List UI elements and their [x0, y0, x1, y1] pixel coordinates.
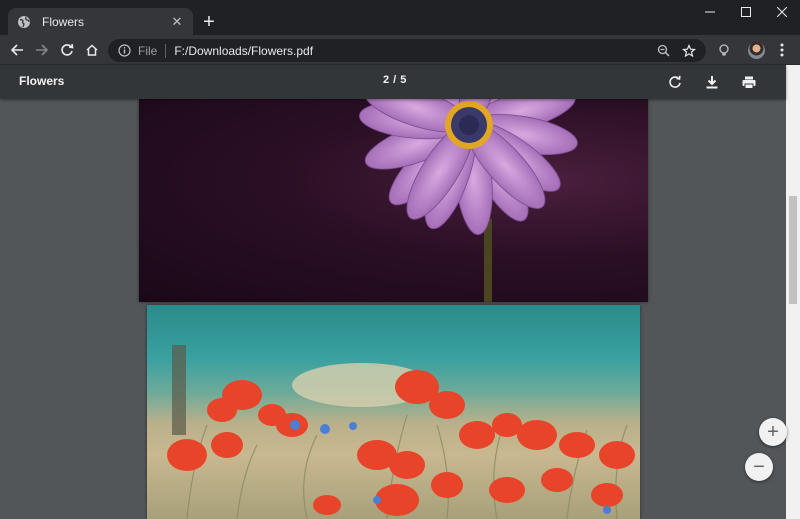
extension-bulb-icon[interactable] — [713, 39, 735, 61]
pdf-page-1 — [139, 99, 648, 302]
pdf-viewer: Flowers 2 / 5 + − — [0, 65, 800, 519]
address-bar[interactable]: File F:/Downloads/Flowers.pdf — [108, 39, 706, 62]
pdf-toolbar: Flowers 2 / 5 — [0, 65, 786, 99]
reload-icon[interactable] — [56, 39, 78, 61]
scrollbar-thumb[interactable] — [789, 196, 797, 304]
maximize-icon[interactable] — [728, 0, 764, 24]
title-bar: Flowers ✕ + — [0, 0, 800, 35]
forward-arrow-icon[interactable] — [31, 39, 53, 61]
zoom-out-button[interactable]: − — [745, 453, 773, 481]
download-icon[interactable] — [701, 71, 723, 93]
menu-dots-icon[interactable] — [771, 39, 793, 61]
profile-avatar[interactable] — [748, 42, 765, 59]
bookmark-star-icon[interactable] — [680, 42, 698, 60]
document-title: Flowers — [19, 74, 65, 88]
new-tab-button[interactable]: + — [198, 11, 220, 33]
browser-tab[interactable]: Flowers ✕ — [8, 8, 193, 35]
omnibox-divider — [165, 43, 167, 58]
pdf-page-2 — [147, 305, 640, 519]
page-counter[interactable]: 2 / 5 — [383, 74, 407, 86]
browser-toolbar: File F:/Downloads/Flowers.pdf — [0, 35, 800, 65]
daisy-image — [358, 99, 578, 302]
minimize-icon[interactable] — [692, 0, 728, 24]
scheme-label: File — [138, 43, 158, 58]
zoom-in-button[interactable]: + — [759, 418, 787, 446]
tab-title: Flowers — [42, 14, 85, 29]
close-tab-icon[interactable]: ✕ — [169, 14, 185, 30]
home-icon[interactable] — [81, 39, 103, 61]
vertical-scrollbar[interactable] — [786, 65, 800, 519]
close-window-icon[interactable] — [764, 0, 800, 24]
globe-icon — [16, 14, 32, 30]
url-text[interactable]: F:/Downloads/Flowers.pdf — [174, 44, 646, 58]
zoom-magnifier-icon[interactable] — [654, 42, 672, 60]
rotate-icon[interactable] — [664, 71, 686, 93]
poppies-image — [167, 345, 635, 519]
back-arrow-icon[interactable] — [6, 39, 28, 61]
print-icon[interactable] — [738, 71, 760, 93]
info-icon[interactable] — [116, 43, 132, 59]
